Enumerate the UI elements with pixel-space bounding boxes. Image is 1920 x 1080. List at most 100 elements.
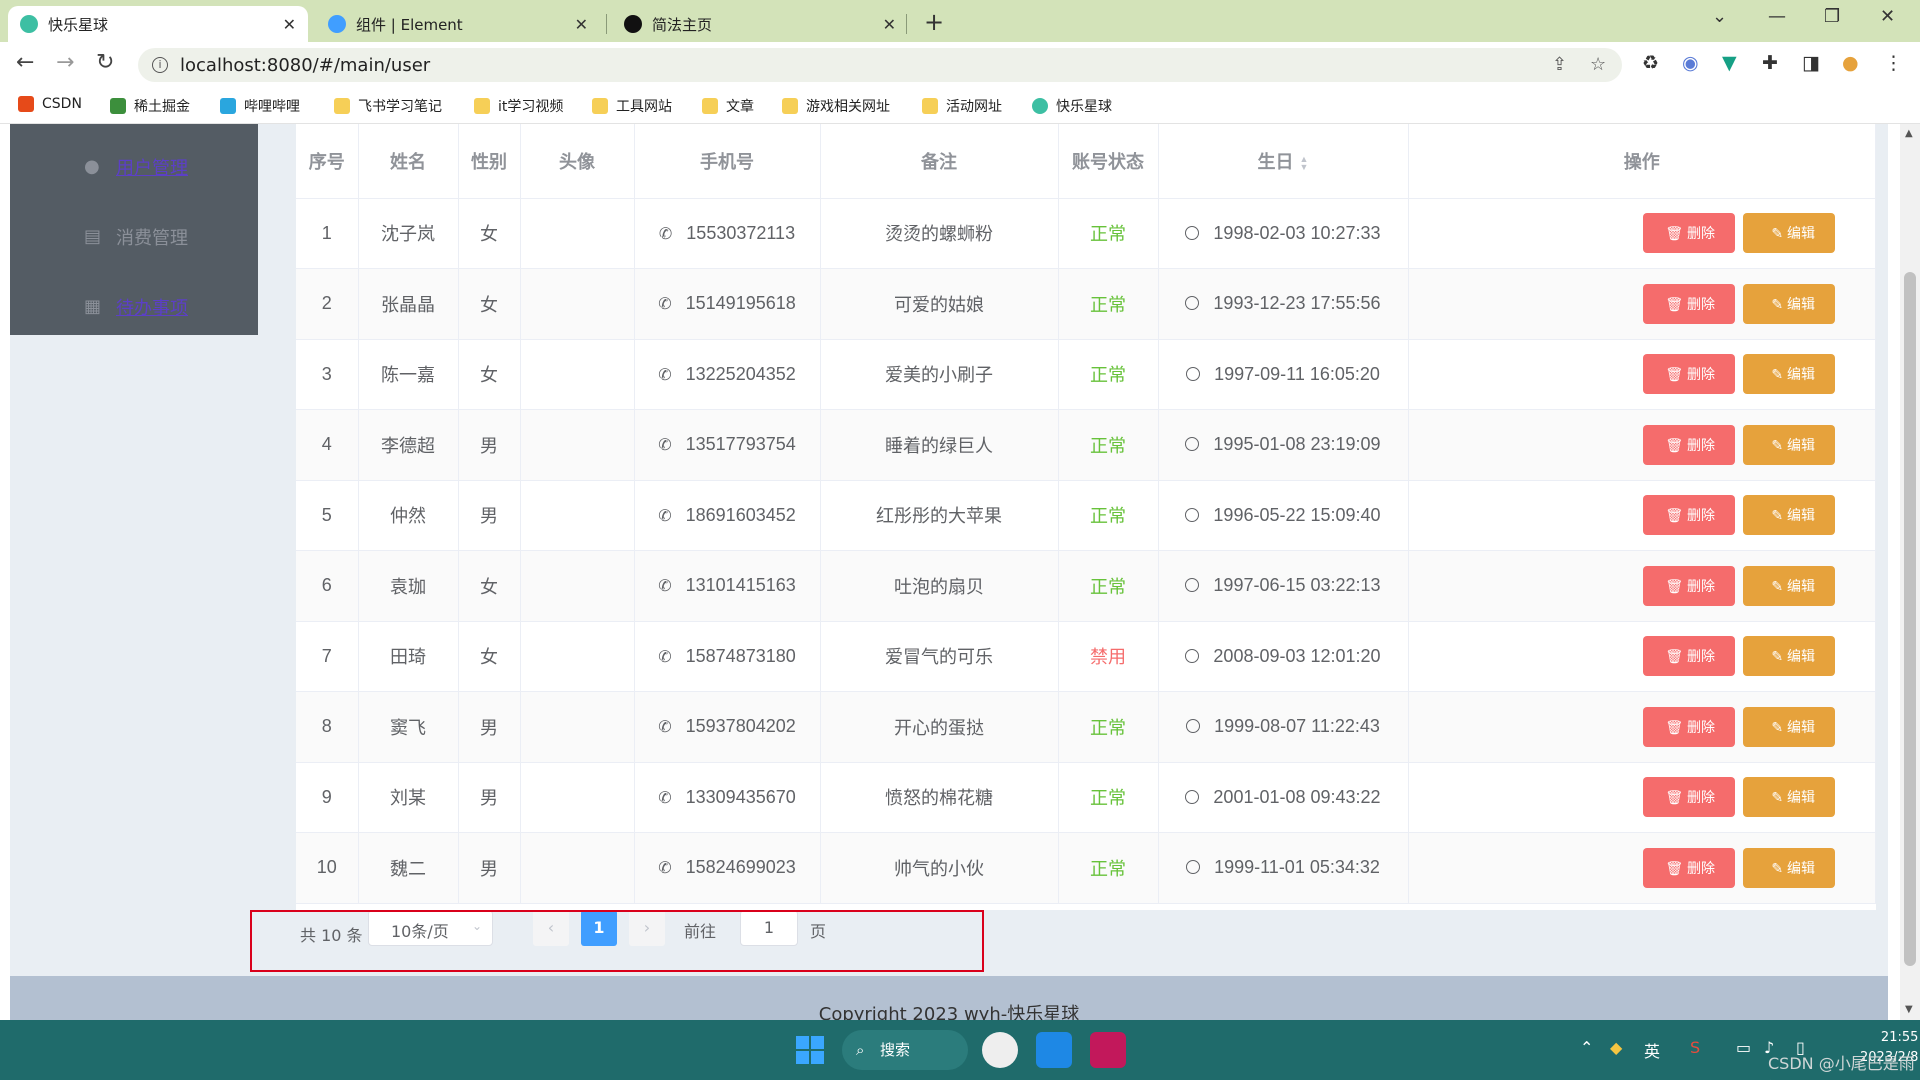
- edit-label: 编辑: [1787, 295, 1815, 312]
- edit-button[interactable]: ✎ 编辑: [1743, 213, 1835, 254]
- recycle-ext-icon[interactable]: ♻: [1642, 52, 1659, 74]
- close-icon[interactable]: ✕: [283, 15, 296, 34]
- scroll-down-icon[interactable]: ▼: [1905, 1004, 1913, 1015]
- pencil-icon: ✎: [1771, 577, 1787, 594]
- bookmark-item[interactable]: 哔哩哔哩: [220, 96, 300, 116]
- bookmark-label: 稀土掘金: [134, 99, 190, 115]
- network-icon[interactable]: ▭: [1736, 1038, 1751, 1057]
- header-birthday[interactable]: 生日 ▲ ▼: [1158, 124, 1409, 199]
- bookmark-item[interactable]: 稀土掘金: [110, 96, 190, 116]
- delete-button[interactable]: 🗑 删除: [1643, 354, 1735, 395]
- intellij-icon[interactable]: [1090, 1032, 1126, 1068]
- bookmark-folder[interactable]: 文章: [702, 96, 754, 116]
- star-icon[interactable]: ☆: [1590, 54, 1606, 75]
- delete-button[interactable]: 🗑 删除: [1643, 495, 1735, 536]
- delete-button[interactable]: 🗑 删除: [1643, 283, 1735, 324]
- ext-icon[interactable]: ◉: [1682, 52, 1699, 74]
- browser-tab[interactable]: 简法主页 ✕: [612, 6, 908, 42]
- delete-button[interactable]: 🗑 删除: [1643, 636, 1735, 677]
- bookmark-label: 哔哩哔哩: [244, 99, 300, 115]
- edit-button[interactable]: ✎ 编辑: [1743, 636, 1835, 677]
- edit-label: 编辑: [1787, 436, 1815, 453]
- edit-button[interactable]: ✎ 编辑: [1743, 847, 1835, 888]
- sidebar-item-consumption[interactable]: ▤ 消费管理: [84, 224, 188, 250]
- delete-button[interactable]: 🗑 删除: [1643, 213, 1735, 254]
- edit-button[interactable]: ✎ 编辑: [1743, 424, 1835, 465]
- bookmark-folder[interactable]: 飞书学习笔记: [334, 96, 442, 116]
- browser-tab-active[interactable]: 快乐星球 ✕: [8, 6, 308, 42]
- forward-icon[interactable]: →: [56, 50, 74, 75]
- birthday-text: 1996-05-22 15:09:40: [1213, 504, 1381, 525]
- menu-icon[interactable]: ⋮: [1884, 52, 1903, 74]
- edit-label: 编辑: [1787, 859, 1815, 876]
- edit-button[interactable]: ✎ 编辑: [1743, 495, 1835, 536]
- edit-button[interactable]: ✎ 编辑: [1743, 565, 1835, 606]
- back-icon[interactable]: ←: [16, 50, 34, 75]
- vue-devtools-icon[interactable]: ▼: [1722, 52, 1737, 74]
- scrollbar-thumb[interactable]: [1904, 272, 1916, 966]
- vscode-icon[interactable]: [1036, 1032, 1072, 1068]
- minimize-icon[interactable]: —: [1768, 6, 1786, 27]
- cell-index: 8: [296, 691, 359, 763]
- bookmark-item[interactable]: 快乐星球: [1032, 96, 1112, 116]
- delete-button[interactable]: 🗑 删除: [1643, 424, 1735, 465]
- cell-birthday: 2001-01-08 09:43:22: [1158, 762, 1409, 833]
- sidebar-item-label[interactable]: 用户管理: [116, 154, 188, 180]
- url-text[interactable]: localhost:8080/#/main/user: [180, 55, 430, 76]
- bookmark-item[interactable]: CSDN: [18, 96, 82, 112]
- browser-tab[interactable]: 组件 | Element ✕: [316, 6, 600, 42]
- info-icon[interactable]: i: [152, 57, 168, 73]
- reload-icon[interactable]: ↻: [96, 50, 114, 75]
- share-icon[interactable]: ⇪: [1552, 54, 1567, 75]
- avatar[interactable]: ●: [1842, 52, 1859, 74]
- delete-button[interactable]: 🗑 删除: [1643, 706, 1735, 747]
- pencil-icon: ✎: [1771, 436, 1787, 453]
- bookmark-folder[interactable]: it学习视频: [474, 96, 563, 116]
- close-icon[interactable]: ✕: [575, 15, 588, 34]
- cell-actions: 🗑 删除 ✎ 编辑: [1408, 832, 1876, 904]
- windows-start-icon[interactable]: [796, 1036, 824, 1064]
- table-row: 3 陈一嘉女 ✆ 13225204352 爱美的小刷子 正常 1997-09-11 16:0…: [296, 339, 1876, 410]
- birthday-text: 1999-11-01 05:34:32: [1214, 857, 1380, 878]
- cell-name: 沈子岚: [358, 198, 459, 269]
- edit-label: 编辑: [1787, 507, 1815, 524]
- table-row: 5 仲然男 ✆ 18691603452 红彤彤的大苹果 正常 1996-05-22 15:0…: [296, 480, 1876, 551]
- edit-button[interactable]: ✎ 编辑: [1743, 283, 1835, 324]
- table-row: 6 袁珈女 ✆ 13101415163 吐泡的扇贝 正常 1997-06-15 03:22:…: [296, 550, 1876, 622]
- sidebar-item-todo[interactable]: ▦ 待办事项: [84, 294, 188, 320]
- cell-gender: 男: [458, 409, 521, 481]
- bookmark-folder[interactable]: 游戏相关网址: [782, 96, 890, 116]
- window-close-icon[interactable]: ✕: [1880, 6, 1895, 27]
- bookmark-folder[interactable]: 工具网站: [592, 96, 672, 116]
- bookmark-folder[interactable]: 活动网址: [922, 96, 1002, 116]
- sort-caret-icon[interactable]: ▲ ▼: [1300, 155, 1309, 172]
- scroll-up-icon[interactable]: ▲: [1905, 128, 1913, 139]
- delete-button[interactable]: 🗑 删除: [1643, 565, 1735, 606]
- delete-button[interactable]: 🗑 删除: [1643, 777, 1735, 818]
- taskbar-search[interactable]: ⌕ 搜索: [842, 1030, 968, 1070]
- close-icon[interactable]: ✕: [883, 15, 896, 34]
- edit-button[interactable]: ✎ 编辑: [1743, 354, 1835, 395]
- delete-button[interactable]: 🗑 删除: [1643, 847, 1735, 888]
- trash-icon: 🗑: [1665, 718, 1687, 735]
- sidebar-item-label[interactable]: 待办事项: [116, 294, 188, 320]
- sogou-icon[interactable]: S: [1690, 1038, 1700, 1057]
- vertical-scrollbar[interactable]: ▲ ▼: [1900, 124, 1920, 1020]
- edit-button[interactable]: ✎ 编辑: [1743, 777, 1835, 818]
- delete-label: 删除: [1687, 859, 1715, 876]
- trash-icon: 🗑: [1665, 859, 1687, 876]
- sidepanel-icon[interactable]: ◨: [1802, 52, 1820, 74]
- cell-gender: 男: [458, 762, 521, 833]
- security-icon[interactable]: ◆: [1610, 1038, 1622, 1057]
- url-bar[interactable]: i localhost:8080/#/main/user ⇪ ☆: [138, 48, 1622, 82]
- maximize-icon[interactable]: ❐: [1824, 6, 1840, 27]
- puzzle-icon[interactable]: ✚: [1762, 52, 1778, 74]
- chevron-down-icon[interactable]: ⌄: [1712, 6, 1727, 27]
- sidebar-item-users[interactable]: ● 用户管理: [84, 154, 188, 180]
- edit-button[interactable]: ✎ 编辑: [1743, 706, 1835, 747]
- chrome-icon[interactable]: [982, 1032, 1018, 1068]
- ime-indicator[interactable]: 英: [1644, 1038, 1660, 1062]
- chevron-up-icon[interactable]: ⌃: [1580, 1038, 1593, 1057]
- cell-name: 仲然: [358, 480, 459, 551]
- new-tab-icon[interactable]: +: [924, 8, 944, 36]
